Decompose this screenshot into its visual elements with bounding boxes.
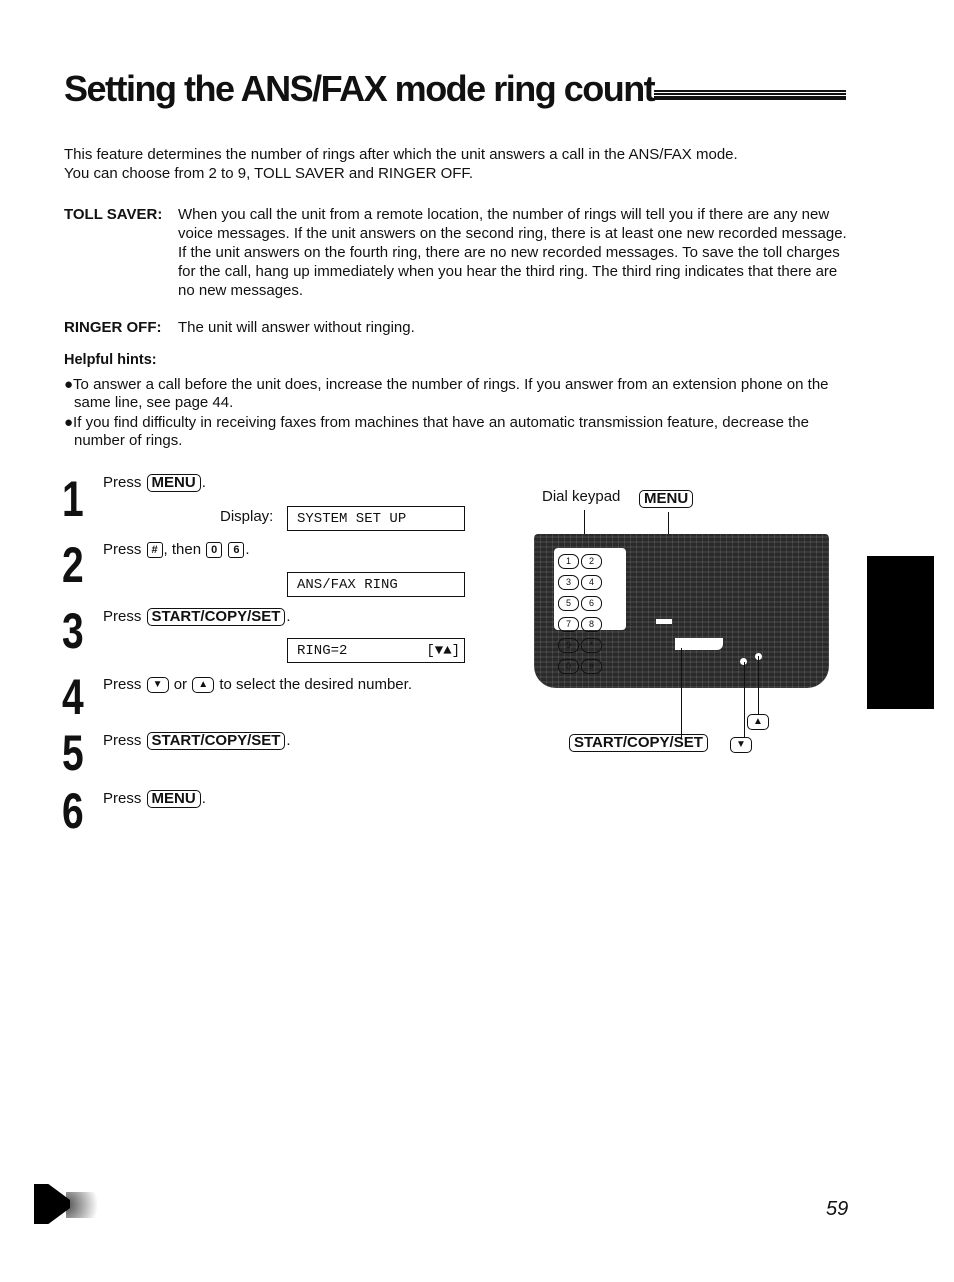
title-rule [654,90,846,101]
lcd-display: RING=2 [▼▲] [287,638,465,663]
diagram-start-callout: START/COPY/SET [568,734,709,753]
section-tab-marker [867,556,934,709]
page-number: 59 [826,1198,849,1220]
step-number: 4 [62,669,84,725]
keypad-key: 6 [581,596,602,611]
zero-key: 0 [206,542,223,559]
step-number: 6 [62,783,84,839]
step-3-text: Press START/COPY/SET. [103,608,291,627]
start-copy-set-key: START/COPY/SET [146,732,286,751]
leader-line [681,648,682,738]
definition-ringer-off: RINGER OFF: The unit will answer without… [64,318,854,338]
menu-button-marker [656,619,672,624]
definition-text: The unit will answer without ringing. [178,319,415,336]
keypad-key: 4 [581,575,602,590]
step-number: 5 [62,725,84,781]
down-arrow-key: ▼ [146,677,169,694]
diagram-menu-callout: MENU [638,490,694,509]
step-connector: , then [163,541,202,558]
keypad-key: 2 [581,554,602,569]
step-instruction: to select the desired number. [219,676,412,693]
intro-line-2: You can choose from 2 to 9, TOLL SAVER a… [64,165,474,182]
step-number: 1 [62,471,84,527]
step-press: Press [103,474,142,491]
down-arrow-key: ▼ [730,737,752,754]
step-punct: . [245,541,250,558]
up-arrow-key: ▲ [747,714,769,731]
dial-keypad: 1 23 45 67 89 *0 # [554,548,626,674]
lcd-ring-value: RING=2 [297,643,348,659]
page-corner-arrow-fade [66,1192,110,1218]
lcd-display: ANS/FAX RING [287,572,465,597]
intro-line-1: This feature determines the number of ri… [64,146,738,163]
keypad-key: 1 [558,554,579,569]
step-punct: . [201,474,206,491]
lcd-display: SYSTEM SET UP [287,506,465,531]
start-copy-set-key: START/COPY/SET [146,608,286,627]
menu-key: MENU [146,790,201,809]
step-5-text: Press START/COPY/SET. [103,732,291,751]
step-press: Press [103,541,142,558]
diagram-down-callout: ▼ [729,736,753,754]
step-2-text: Press #, then 0 6. [103,541,250,559]
step-press: Press [103,608,142,625]
keypad-key: 9 [558,638,579,653]
lcd-arrows: [▼▲] [426,643,460,659]
step-punct: . [286,608,291,625]
definition-toll-saver: TOLL SAVER: When you call the unit from … [64,205,854,305]
keypad-key: 8 [581,617,602,632]
hash-key: # [146,542,163,559]
start-copy-set-key: START/COPY/SET [569,734,708,753]
keypad-key: # [581,659,602,674]
keypad-key: 3 [558,575,579,590]
keypad-key: 7 [558,617,579,632]
step-number: 2 [62,537,84,593]
keypad-key: * [581,638,602,653]
definition-label: TOLL SAVER: [64,206,163,223]
leader-line [744,662,745,738]
step-punct: . [201,790,206,807]
page-title: Setting the ANS/FAX mode ring count [64,68,656,109]
step-number: 3 [62,603,84,659]
definition-label: RINGER OFF: [64,319,162,336]
start-button-marker [675,638,723,650]
diagram-up-callout: ▲ [746,713,770,731]
step-press: Press [103,790,142,807]
intro-paragraph: This feature determines the number of ri… [64,145,864,183]
display-label: Display: [220,508,274,525]
keypad-key: 0 [558,659,579,674]
definition-text: When you call the unit from a remote loc… [178,206,847,299]
step-press: Press [103,676,142,693]
step-4-text: Press ▼ or ▲ to select the desired numbe… [103,676,412,694]
hint-item: ●To answer a call before the unit does, … [64,376,829,411]
hints-title: Helpful hints: [64,352,157,368]
step-connector: or [173,676,188,693]
menu-key: MENU [146,474,201,493]
six-key: 6 [228,542,245,559]
hint-item: ●If you find difficulty in receiving fax… [64,414,809,449]
up-arrow-key: ▲ [192,677,215,694]
page-corner-arrow-mark [34,1184,70,1224]
step-press: Press [103,732,142,749]
menu-key: MENU [639,490,694,509]
step-punct: . [286,732,291,749]
dial-keypad-label: Dial keypad [542,488,621,505]
step-1-text: Press MENU. [103,474,206,493]
step-6-text: Press MENU. [103,790,206,809]
leader-line [758,656,759,714]
keypad-key: 5 [558,596,579,611]
